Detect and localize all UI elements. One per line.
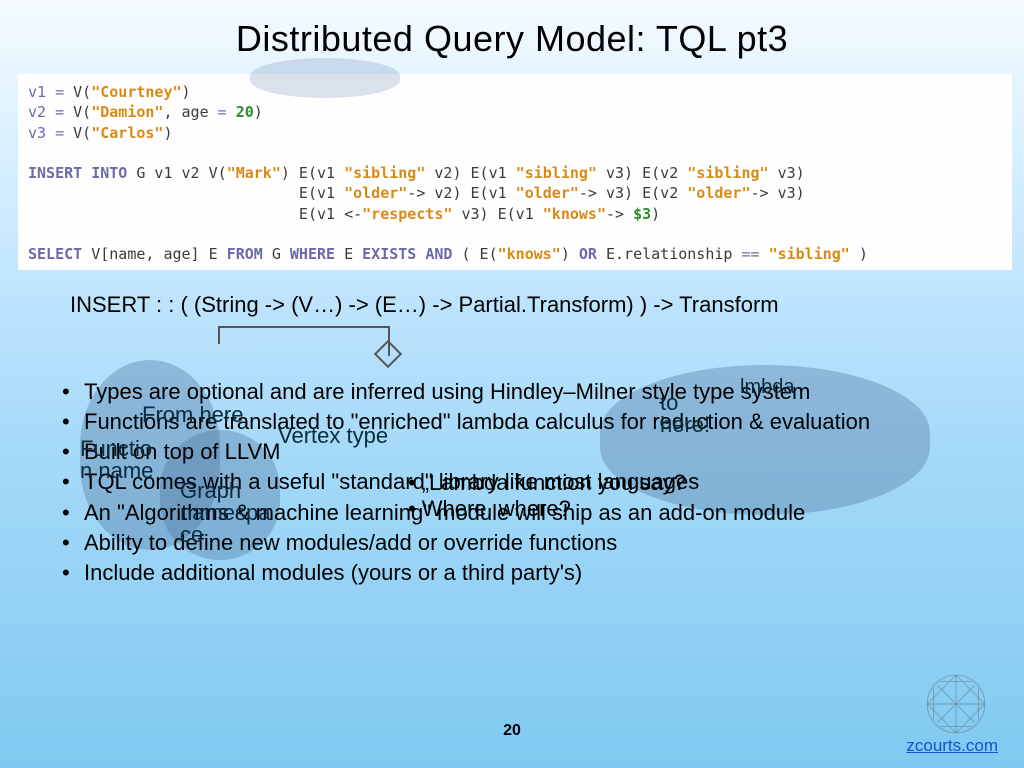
ghost-label-from: From here — [142, 402, 243, 428]
ghost-label-function-name: Function name — [80, 438, 153, 482]
bubble-ghost — [250, 58, 400, 98]
connector-decoration — [218, 326, 408, 370]
list-item: Include additional modules (yours or a t… — [60, 559, 984, 587]
footer-link[interactable]: zcourts.com — [906, 736, 998, 756]
inner-bullets: „Lambda function you say? Where, where? — [408, 470, 686, 523]
inner-bullet: Where, where? — [408, 496, 686, 522]
list-item: Built on top of LLVM — [60, 438, 984, 466]
logo-icon — [924, 672, 988, 736]
ghost-label-vertex-type: Vertex type — [278, 423, 388, 449]
type-signature: INSERT : : ( (String -> (V…) -> (E…) -> … — [70, 292, 779, 318]
ghost-label-lambda: lmbda — [740, 376, 794, 399]
page-number: 20 — [0, 722, 1024, 740]
ghost-label-to-here: tohere! — [660, 392, 710, 436]
code-block: v1 = V("Courtney") v2 = V("Damion", age … — [18, 74, 1012, 270]
inner-bullet: „Lambda function you say? — [408, 470, 686, 496]
slide-title: Distributed Query Model: TQL pt3 — [0, 0, 1024, 60]
ghost-label-graph-namespace: Graphnamespace — [180, 480, 271, 546]
